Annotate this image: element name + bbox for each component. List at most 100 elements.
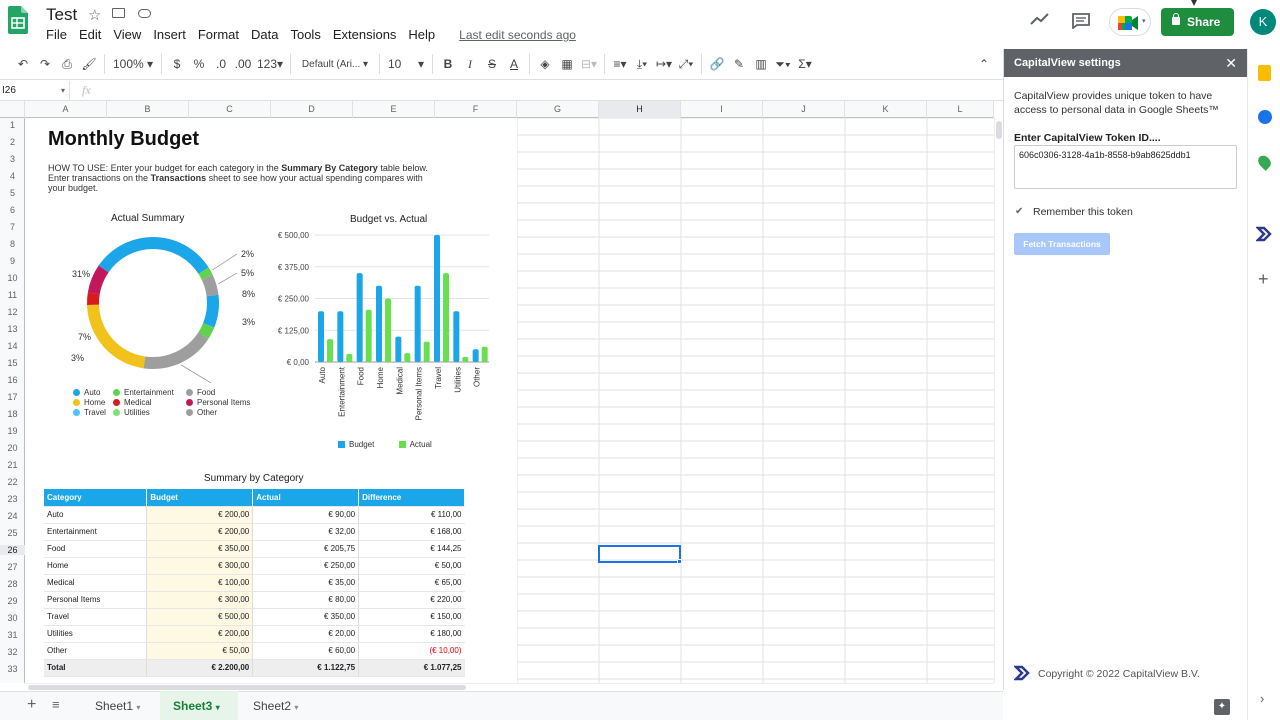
row-header[interactable]: 17 — [0, 392, 25, 402]
row-header[interactable]: 22 — [0, 477, 25, 487]
table-cell[interactable]: € 300,00 — [146, 557, 254, 575]
row-header[interactable]: 16 — [0, 375, 25, 385]
table-cell[interactable]: € 200,00 — [146, 625, 254, 643]
budget-vs-actual-bar-chart[interactable]: € 500,00 € 375,00 € 250,00 € 125,00 € 0,00 Au… — [265, 223, 515, 453]
bar-budget-travel[interactable] — [434, 235, 440, 362]
menu-tools[interactable]: Tools — [284, 28, 326, 42]
menu-file[interactable]: File — [46, 28, 73, 42]
text-wrap-icon[interactable]: ↦▾ — [653, 52, 675, 76]
number-format-select[interactable]: 123 ▾ — [254, 52, 286, 76]
table-cell[interactable]: Personal Items — [44, 591, 148, 609]
table-cell[interactable]: Utilities — [44, 625, 148, 643]
undo-icon[interactable]: ↶ — [12, 52, 34, 76]
capitalview-addon-icon[interactable] — [1254, 226, 1272, 245]
donut-slice-utilities[interactable] — [198, 267, 213, 280]
move-folder-icon[interactable] — [112, 8, 125, 18]
activity-trend-icon[interactable] — [1030, 12, 1050, 29]
last-edit-link[interactable]: Last edit seconds ago — [453, 28, 582, 42]
donut-slice-medical[interactable] — [87, 292, 100, 306]
maps-icon[interactable] — [1255, 153, 1274, 171]
strikethrough-button[interactable]: S — [481, 52, 503, 76]
row-header[interactable]: 23 — [0, 494, 25, 504]
corner-select-all[interactable] — [0, 101, 25, 118]
column-header[interactable]: B — [107, 101, 189, 118]
bar-budget-medical[interactable] — [395, 336, 402, 362]
donut-slice-travel[interactable] — [98, 237, 209, 275]
font-select[interactable]: Default (Ari... ▾ — [295, 52, 375, 76]
horizontal-scrollbar[interactable] — [25, 683, 994, 691]
row-header[interactable]: 11 — [0, 290, 25, 300]
table-cell[interactable]: € 180,00 — [358, 625, 465, 643]
star-icon[interactable]: ☆ — [88, 6, 101, 24]
fetch-transactions-button[interactable]: Fetch Transactions — [1014, 233, 1110, 255]
row-header[interactable]: 10 — [0, 273, 25, 283]
table-cell[interactable]: € 500,00 — [146, 608, 254, 626]
row-header[interactable]: 25 — [0, 528, 25, 538]
bar-budget-home[interactable] — [376, 285, 382, 362]
table-cell[interactable]: € 144,25 — [358, 540, 465, 558]
increase-decimal-button[interactable]: .00 — [232, 52, 254, 76]
row-header[interactable]: 26 — [0, 545, 25, 555]
insert-link-icon[interactable]: 🔗 — [706, 52, 728, 76]
italic-button[interactable]: I — [459, 52, 481, 76]
row-header[interactable]: 2 — [0, 137, 25, 147]
row-header[interactable]: 18 — [0, 409, 25, 419]
row-header[interactable]: 14 — [0, 341, 25, 351]
row-header[interactable]: 30 — [0, 613, 25, 623]
table-cell[interactable]: € 1.122,75 — [252, 659, 360, 677]
table-cell[interactable]: € 65,00 — [358, 574, 465, 592]
formula-input[interactable] — [106, 83, 986, 99]
column-header[interactable]: L — [927, 101, 994, 118]
bar-actual-food[interactable] — [365, 309, 372, 362]
table-cell[interactable]: Other — [44, 642, 148, 660]
table-cell[interactable]: € 1.077,25 — [358, 659, 465, 677]
meet-button[interactable]: ▾ — [1109, 8, 1151, 36]
row-header[interactable]: 21 — [0, 460, 25, 470]
remember-checkbox[interactable]: ✔ — [1015, 206, 1026, 217]
bar-actual-auto[interactable] — [327, 339, 333, 362]
row-header[interactable]: 28 — [0, 579, 25, 589]
bar-budget-other[interactable] — [472, 349, 479, 362]
row-header[interactable]: 32 — [0, 647, 25, 657]
bar-actual-entertainment[interactable] — [346, 353, 353, 362]
column-header[interactable]: D — [271, 101, 353, 118]
table-cell[interactable]: € 205,75 — [252, 540, 360, 558]
table-cell[interactable]: € 60,00 — [252, 642, 360, 660]
row-header[interactable]: 7 — [0, 222, 25, 232]
bar-actual-home[interactable] — [385, 298, 391, 363]
column-header[interactable]: C — [189, 101, 271, 118]
donut-slice-auto[interactable] — [203, 294, 219, 328]
contacts-icon[interactable] — [1258, 110, 1272, 124]
row-header[interactable]: 6 — [0, 205, 25, 215]
text-rotate-icon[interactable]: ⤢▾ — [675, 52, 697, 76]
scroll-thumb[interactable] — [996, 121, 1002, 139]
row-header[interactable]: 19 — [0, 426, 25, 436]
row-header[interactable]: 27 — [0, 562, 25, 572]
menu-insert[interactable]: Insert — [147, 28, 192, 42]
decrease-decimal-button[interactable]: .0 — [210, 52, 232, 76]
actual-summary-donut-chart[interactable]: 8%3%18%22%3%7%31%2%5% — [45, 223, 275, 383]
donut-slice-personal-items[interactable] — [87, 265, 109, 295]
table-cell[interactable]: € 80,00 — [252, 591, 360, 609]
column-header[interactable]: H — [599, 101, 681, 118]
table-cell[interactable]: € 50,00 — [146, 642, 254, 660]
donut-slice-home[interactable] — [87, 304, 146, 369]
redo-icon[interactable]: ↷ — [34, 52, 56, 76]
share-button[interactable]: Share — [1161, 8, 1234, 36]
functions-button[interactable]: Σ ▾ — [794, 52, 816, 76]
insert-comment-icon[interactable]: ✎ — [728, 52, 750, 76]
row-header[interactable]: 8 — [0, 239, 25, 249]
paint-format-icon[interactable]: 🖌 — [78, 52, 100, 76]
row-header[interactable]: 12 — [0, 307, 25, 317]
insert-chart-icon[interactable]: ▥ — [750, 52, 772, 76]
cloud-status-icon[interactable] — [138, 9, 151, 18]
row-header[interactable]: 4 — [0, 171, 25, 181]
table-cell[interactable]: Home — [44, 557, 148, 575]
column-header[interactable]: G — [517, 101, 599, 118]
column-header[interactable]: A — [25, 101, 107, 118]
explore-icon[interactable]: ✦ — [1214, 699, 1230, 715]
donut-slice-food[interactable] — [143, 332, 209, 369]
row-header[interactable]: 13 — [0, 324, 25, 334]
bar-actual-utilities[interactable] — [462, 356, 469, 362]
table-cell[interactable]: € 2.200,00 — [146, 659, 254, 677]
